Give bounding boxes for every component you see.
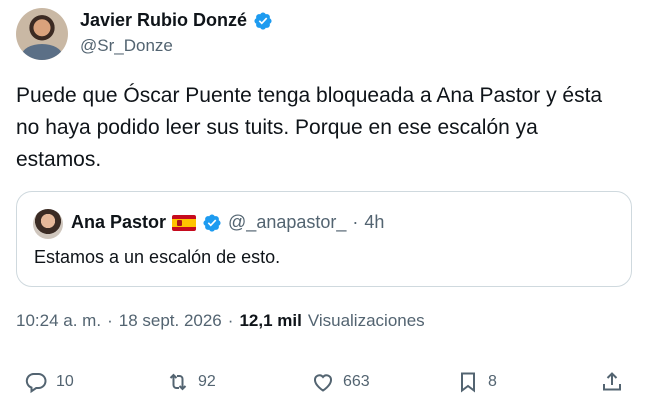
like-count: 663 bbox=[343, 373, 370, 390]
author-display-name[interactable]: Javier Rubio Donzé bbox=[80, 10, 247, 31]
views-label: Visualizaciones bbox=[307, 311, 425, 330]
share-icon bbox=[603, 372, 621, 391]
views-count[interactable]: 12,1 mil bbox=[239, 311, 301, 331]
quoted-timestamp[interactable]: 4h bbox=[364, 212, 384, 233]
meta-separator: · bbox=[227, 311, 234, 330]
quoted-display-name[interactable]: Ana Pastor bbox=[71, 212, 166, 233]
quoted-header: Ana Pastor @_anapastor_ · 4h bbox=[71, 212, 384, 233]
author-avatar[interactable] bbox=[16, 8, 68, 60]
quoted-author-avatar[interactable] bbox=[33, 209, 63, 239]
spain-flag-icon bbox=[172, 214, 197, 231]
bookmark-icon bbox=[461, 372, 475, 393]
tweet-meta: 10:24 a. m. · 18 sept. 2026 · 12,1 mil V… bbox=[16, 311, 425, 331]
tweet-text: Puede que Óscar Puente tenga bloqueada a… bbox=[16, 84, 603, 171]
share-button[interactable] bbox=[600, 370, 624, 394]
like-icon bbox=[314, 374, 332, 392]
verified-badge-icon bbox=[254, 11, 272, 30]
author-name-row: Javier Rubio Donzé bbox=[80, 10, 273, 31]
quoted-tweet[interactable]: Ana Pastor @_anapastor_ · 4h Estamos a u… bbox=[16, 191, 632, 287]
reply-icon bbox=[25, 373, 47, 394]
meta-separator: · bbox=[107, 311, 113, 330]
retweet-count: 92 bbox=[198, 373, 216, 390]
quoted-handle[interactable]: @_anapastor_ bbox=[228, 212, 346, 233]
reply-button[interactable]: 10 bbox=[24, 370, 74, 394]
tweet-time[interactable]: 10:24 a. m. bbox=[16, 311, 101, 331]
author-handle[interactable]: @Sr_Donze bbox=[80, 36, 173, 56]
reply-count: 10 bbox=[56, 373, 74, 390]
action-bar: 10 92 663 8 bbox=[0, 370, 646, 404]
retweet-button[interactable]: 92 bbox=[166, 370, 216, 394]
quoted-separator: · bbox=[352, 212, 359, 232]
bookmark-count: 8 bbox=[488, 373, 497, 390]
quoted-text: Estamos a un escalón de esto. bbox=[34, 247, 281, 267]
retweet-icon bbox=[169, 373, 187, 391]
verified-badge-icon bbox=[203, 213, 221, 232]
tweet-date[interactable]: 18 sept. 2026 bbox=[119, 311, 222, 331]
like-button[interactable]: 663 bbox=[311, 370, 370, 394]
bookmark-button[interactable]: 8 bbox=[456, 370, 497, 394]
